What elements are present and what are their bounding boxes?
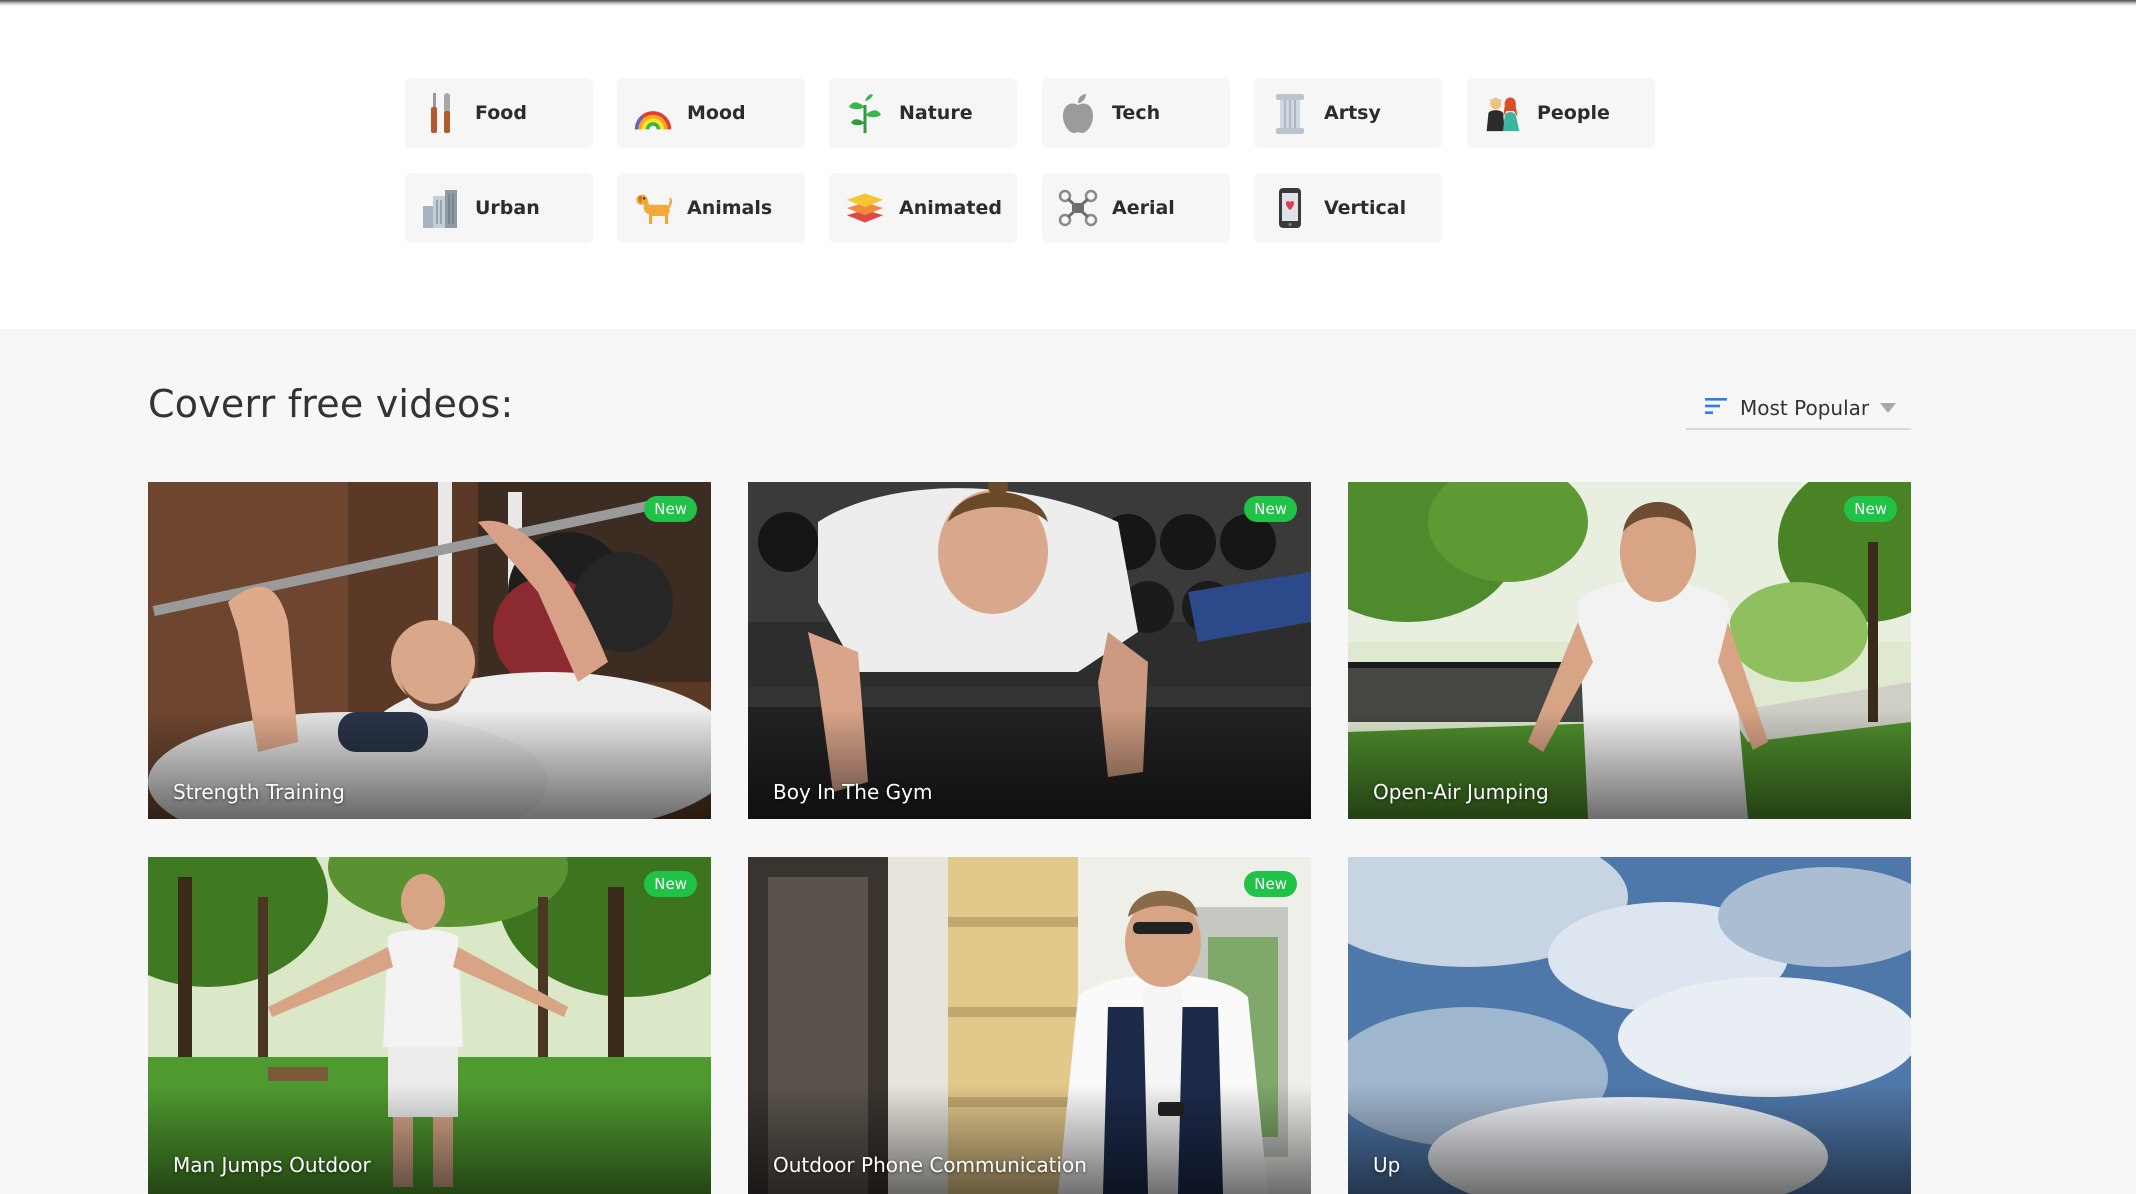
category-people[interactable]: People: [1467, 78, 1655, 148]
video-card[interactable]: Up: [1348, 857, 1911, 1194]
category-label: Tech: [1112, 102, 1161, 124]
category-artsy[interactable]: Artsy: [1254, 78, 1442, 148]
top-shadow: [0, 0, 2136, 6]
video-card[interactable]: New Open-Air Jumping: [1348, 482, 1911, 819]
sort-dropdown[interactable]: Most Popular: [1686, 388, 1911, 430]
new-badge: New: [644, 496, 697, 522]
category-tech[interactable]: Tech: [1042, 78, 1230, 148]
category-urban[interactable]: Urban: [405, 173, 593, 243]
category-aerial[interactable]: Aerial: [1042, 173, 1230, 243]
new-badge: New: [644, 871, 697, 897]
people-icon: [1483, 91, 1523, 135]
category-animals[interactable]: Animals: [617, 173, 805, 243]
category-label: Animated: [899, 197, 1002, 219]
category-label: People: [1537, 102, 1610, 124]
column-icon: [1270, 91, 1310, 135]
fork-knife-icon: [421, 91, 461, 135]
category-label: Artsy: [1324, 102, 1381, 124]
video-title: Man Jumps Outdoor: [173, 1153, 371, 1177]
new-badge: New: [1844, 496, 1897, 522]
sort-label: Most Popular: [1740, 396, 1870, 420]
video-title: Outdoor Phone Communication: [773, 1153, 1087, 1177]
buildings-icon: [421, 186, 461, 230]
category-label: Nature: [899, 102, 973, 124]
page-title: Coverr free videos:: [148, 382, 514, 426]
layers-icon: [845, 186, 885, 230]
new-badge: New: [1244, 871, 1297, 897]
title-gradient: [748, 1084, 1311, 1194]
category-label: Aerial: [1112, 197, 1175, 219]
video-title: Up: [1373, 1153, 1401, 1177]
video-card[interactable]: New Outdoor Phone Communication: [748, 857, 1311, 1194]
video-card[interactable]: New Strength Training: [148, 482, 711, 819]
caret-down-icon: [1879, 399, 1897, 418]
dog-icon: [633, 186, 673, 230]
category-animated[interactable]: Animated: [829, 173, 1017, 243]
title-gradient: [148, 1084, 711, 1194]
category-label: Food: [475, 102, 527, 124]
categories-section: Food Mood Nature Tech Artsy People Urban…: [0, 0, 2136, 329]
category-label: Vertical: [1324, 197, 1407, 219]
category-vertical[interactable]: Vertical: [1254, 173, 1442, 243]
phone-icon: [1270, 186, 1310, 230]
category-nature[interactable]: Nature: [829, 78, 1017, 148]
title-gradient: [1348, 1084, 1911, 1194]
video-title: Open-Air Jumping: [1373, 780, 1549, 804]
category-label: Mood: [687, 102, 746, 124]
video-card[interactable]: New Man Jumps Outdoor: [148, 857, 711, 1194]
video-card[interactable]: New Boy In The Gym: [748, 482, 1311, 819]
rainbow-icon: [633, 91, 673, 135]
video-title: Boy In The Gym: [773, 780, 933, 804]
video-title: Strength Training: [173, 780, 345, 804]
drone-icon: [1058, 186, 1098, 230]
plant-icon: [845, 91, 885, 135]
category-label: Urban: [475, 197, 540, 219]
sort-icon: [1704, 396, 1728, 420]
category-mood[interactable]: Mood: [617, 78, 805, 148]
category-label: Animals: [687, 197, 773, 219]
category-food[interactable]: Food: [405, 78, 593, 148]
apple-icon: [1058, 91, 1098, 135]
new-badge: New: [1244, 496, 1297, 522]
